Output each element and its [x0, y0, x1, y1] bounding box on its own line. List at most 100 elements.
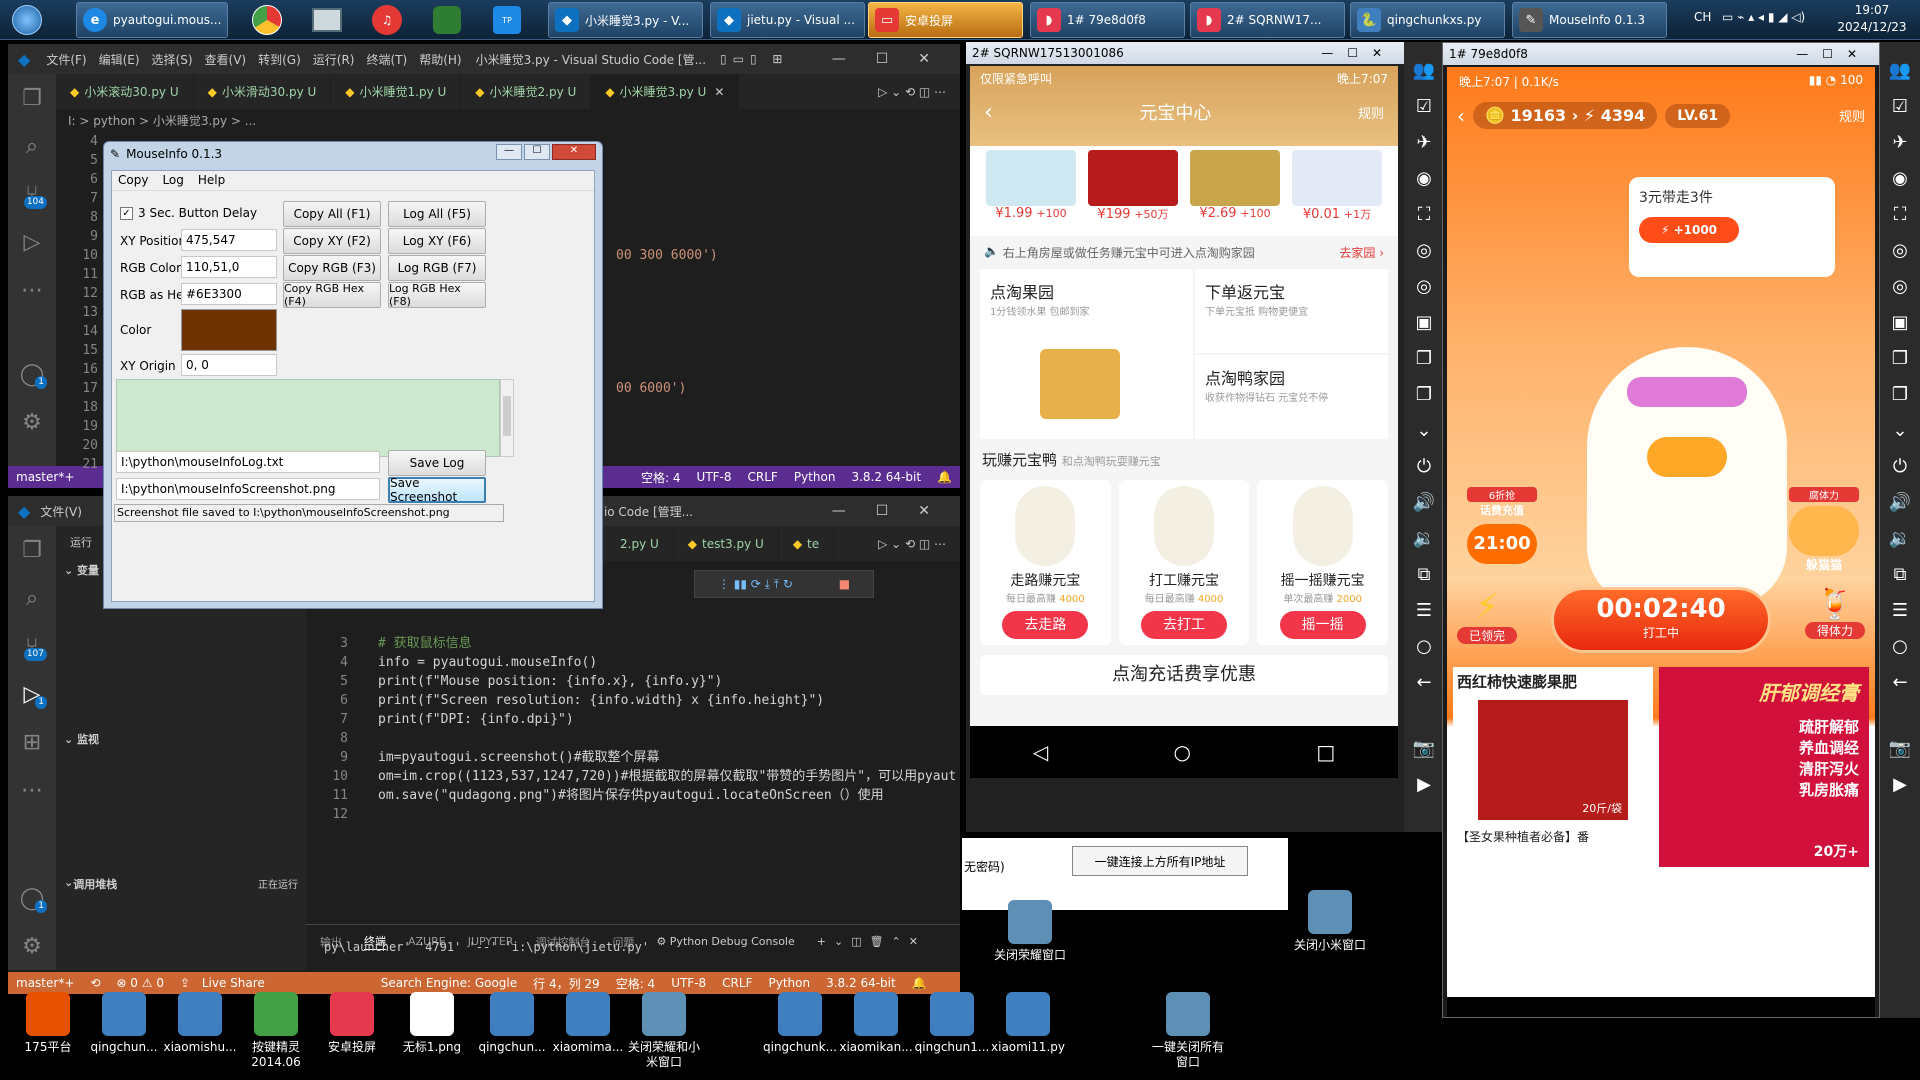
more-icon[interactable]: ⋯: [8, 766, 56, 814]
breadcrumb[interactable]: I: > python > 小米睡觉3.py > ...: [56, 109, 960, 131]
taskbar-item-vscode-2[interactable]: ◆ jietu.py - Visual ...: [710, 2, 865, 38]
git-branch[interactable]: master*+: [16, 976, 74, 990]
shake-button[interactable]: 摇一摇: [1279, 611, 1366, 639]
tab-xiaomi-sleep3[interactable]: ◆ 小米睡觉3.py U ✕: [591, 74, 740, 109]
search-engine[interactable]: Search Engine: Google: [381, 976, 517, 990]
eye-icon[interactable]: ◎: [1404, 232, 1444, 268]
go-work-button[interactable]: 去打工: [1141, 611, 1227, 639]
rgb-color-field[interactable]: 110,51,0: [181, 256, 277, 278]
chrome-small-icon[interactable]: ◉: [1404, 160, 1444, 196]
minimize-button[interactable]: —: [496, 144, 522, 160]
chrome-icon[interactable]: [242, 2, 292, 38]
home-circle-icon[interactable]: ○: [1880, 628, 1920, 664]
copy-rgb-button[interactable]: Copy RGB (F3): [283, 255, 381, 281]
desktop-icon[interactable]: 一键关闭所有窗口: [1148, 992, 1228, 1070]
users-icon[interactable]: 👥: [1880, 52, 1920, 88]
maximize-button[interactable]: ☐: [524, 144, 550, 160]
live-share[interactable]: ⇪ Live Share: [180, 976, 273, 990]
video-icon[interactable]: ▶: [1880, 766, 1920, 802]
product-card[interactable]: ¥199 +50万: [1088, 150, 1178, 232]
xy-position-field[interactable]: 475,547: [181, 229, 277, 251]
hide-seek-widget[interactable]: 腐体力 躲猫猫: [1789, 487, 1859, 573]
taskbar-item-mouseinfo[interactable]: ✎ MouseInfo 0.1.3: [1512, 2, 1667, 38]
search-icon[interactable]: ⌕: [8, 574, 56, 622]
more-icon[interactable]: ⋯: [8, 266, 56, 314]
desktop-icon-close-xiaomi[interactable]: 关闭小米窗口: [1290, 890, 1370, 953]
close-button[interactable]: ✕: [552, 144, 596, 160]
explorer-icon[interactable]: ❐: [8, 526, 56, 574]
desktop-icon[interactable]: 安卓投屏: [312, 992, 392, 1055]
desktop-icon[interactable]: xiaomima...: [548, 992, 628, 1055]
log-textarea[interactable]: [116, 379, 500, 457]
watch-section[interactable]: ⌄ 监视: [64, 731, 99, 747]
tab-xiaomi-swipe30[interactable]: ◆ 小米滑动30.py U: [194, 74, 332, 109]
copy-icon[interactable]: ❐: [1404, 340, 1444, 376]
cursor-position[interactable]: 行 4，列 29: [533, 975, 600, 992]
debug-toolbar[interactable]: ⋮ ▮▮ ⟳ ⤓ ⤒ ↻ ■: [694, 570, 874, 598]
level-badge[interactable]: LV.61: [1665, 103, 1731, 128]
green-app-icon[interactable]: [422, 2, 472, 38]
taskbar-item-android-cast[interactable]: ▭ 安卓投屏: [868, 2, 1023, 38]
copy-icon[interactable]: ❐: [1880, 376, 1920, 412]
account-icon[interactable]: ◯ 1: [8, 874, 56, 922]
xy-origin-field[interactable]: 0, 0: [181, 354, 277, 376]
menu-go[interactable]: 转到(G): [258, 51, 301, 68]
desktop-icon[interactable]: xiaomishu...: [160, 992, 240, 1055]
status-indent[interactable]: 空格: 4: [616, 975, 656, 992]
account-icon[interactable]: ◯ 1: [8, 350, 56, 398]
duck-mascot-image[interactable]: [1587, 347, 1787, 607]
power-icon[interactable]: ⏻: [1880, 448, 1920, 484]
extensions-icon[interactable]: ⊞: [8, 718, 56, 766]
menu-select[interactable]: 选择(S): [152, 51, 193, 68]
power-icon[interactable]: ⏻: [1404, 448, 1444, 484]
source-control-icon[interactable]: ⑂ 107: [8, 622, 56, 670]
source-control-icon[interactable]: ⑂ 104: [8, 170, 56, 218]
window-controls[interactable]: —☐✕: [832, 51, 960, 67]
tab-xiaomi-sleep1[interactable]: ◆ 小米睡觉1.py U: [331, 74, 462, 109]
search-icon[interactable]: ⌕: [8, 122, 56, 170]
copy-icon[interactable]: ❐: [1404, 376, 1444, 412]
clock[interactable]: 19:07 2024/12/23: [1832, 2, 1912, 36]
status-encoding[interactable]: UTF-8: [671, 976, 706, 990]
product-card-herbal[interactable]: 肝郁调经膏 疏肝解郁 养血调经 清肝泻火 乳房胀痛 20万+: [1659, 667, 1869, 867]
status-language[interactable]: Python: [794, 470, 836, 484]
volume-up-icon[interactable]: 🔊: [1404, 484, 1444, 520]
fullscreen-icon[interactable]: ⛶: [1404, 196, 1444, 232]
start-button[interactable]: [2, 2, 52, 38]
video-icon[interactable]: ▶: [1404, 766, 1444, 802]
log-scrollbar[interactable]: [500, 379, 514, 457]
claimed-widget[interactable]: ⚡ 已领完: [1457, 587, 1517, 644]
fullscreen-icon[interactable]: ⛶: [1880, 196, 1920, 232]
promo-card[interactable]: 3元带走3件 ⚡ +1000: [1629, 177, 1835, 277]
back-icon[interactable]: ‹: [984, 100, 993, 125]
taskbar-item-edge[interactable]: e pyautogui.mous...: [76, 2, 228, 38]
desktop-icon[interactable]: 按键精灵 2014.06: [236, 992, 316, 1070]
home-circle-icon[interactable]: ○: [1404, 628, 1444, 664]
menu-view[interactable]: 查看(V): [205, 51, 247, 68]
delay-checkbox[interactable]: ✓: [120, 207, 133, 220]
callstack-section[interactable]: ⌄ 调用堆栈 正在运行: [64, 876, 298, 892]
bell-icon[interactable]: 🔔: [912, 976, 927, 990]
copy-icon[interactable]: ❐: [1880, 340, 1920, 376]
status-eol[interactable]: CRLF: [722, 976, 752, 990]
run-debug-icon[interactable]: ▷: [8, 218, 56, 266]
back-arrow-icon[interactable]: ←: [1880, 664, 1920, 700]
tab-test3[interactable]: ◆ test3.py U: [674, 526, 779, 561]
window-controls[interactable]: —☐✕: [832, 503, 960, 519]
promo-reward-button[interactable]: ⚡ +1000: [1639, 217, 1739, 243]
layout-icons[interactable]: ▯▭▯ ⊞: [720, 52, 788, 66]
work-timer-button[interactable]: 00:02:40 打工中: [1551, 587, 1771, 653]
nav-recents-icon[interactable]: □: [1316, 740, 1335, 764]
tray-icons[interactable]: ▭ ⌁ ▴ ◂ ▮ ◢ ◁): [1722, 10, 1805, 24]
tplink-icon[interactable]: TP: [482, 2, 532, 38]
sync-icon[interactable]: ⟲: [90, 976, 100, 990]
rules-link[interactable]: 规则: [1358, 103, 1384, 122]
window-controls[interactable]: —☐✕: [1321, 46, 1404, 60]
explorer-icon[interactable]: ❐: [8, 74, 56, 122]
menu-file[interactable]: 文件(F): [46, 51, 86, 68]
recharge-banner[interactable]: 点淘充话费享优惠: [980, 655, 1388, 695]
chevrons-down-icon[interactable]: ⌄: [1404, 412, 1444, 448]
windows-icon[interactable]: ⧉: [1404, 556, 1444, 592]
camera-icon[interactable]: 📷: [1404, 730, 1444, 766]
copy-all-button[interactable]: Copy All (F1): [283, 201, 381, 227]
